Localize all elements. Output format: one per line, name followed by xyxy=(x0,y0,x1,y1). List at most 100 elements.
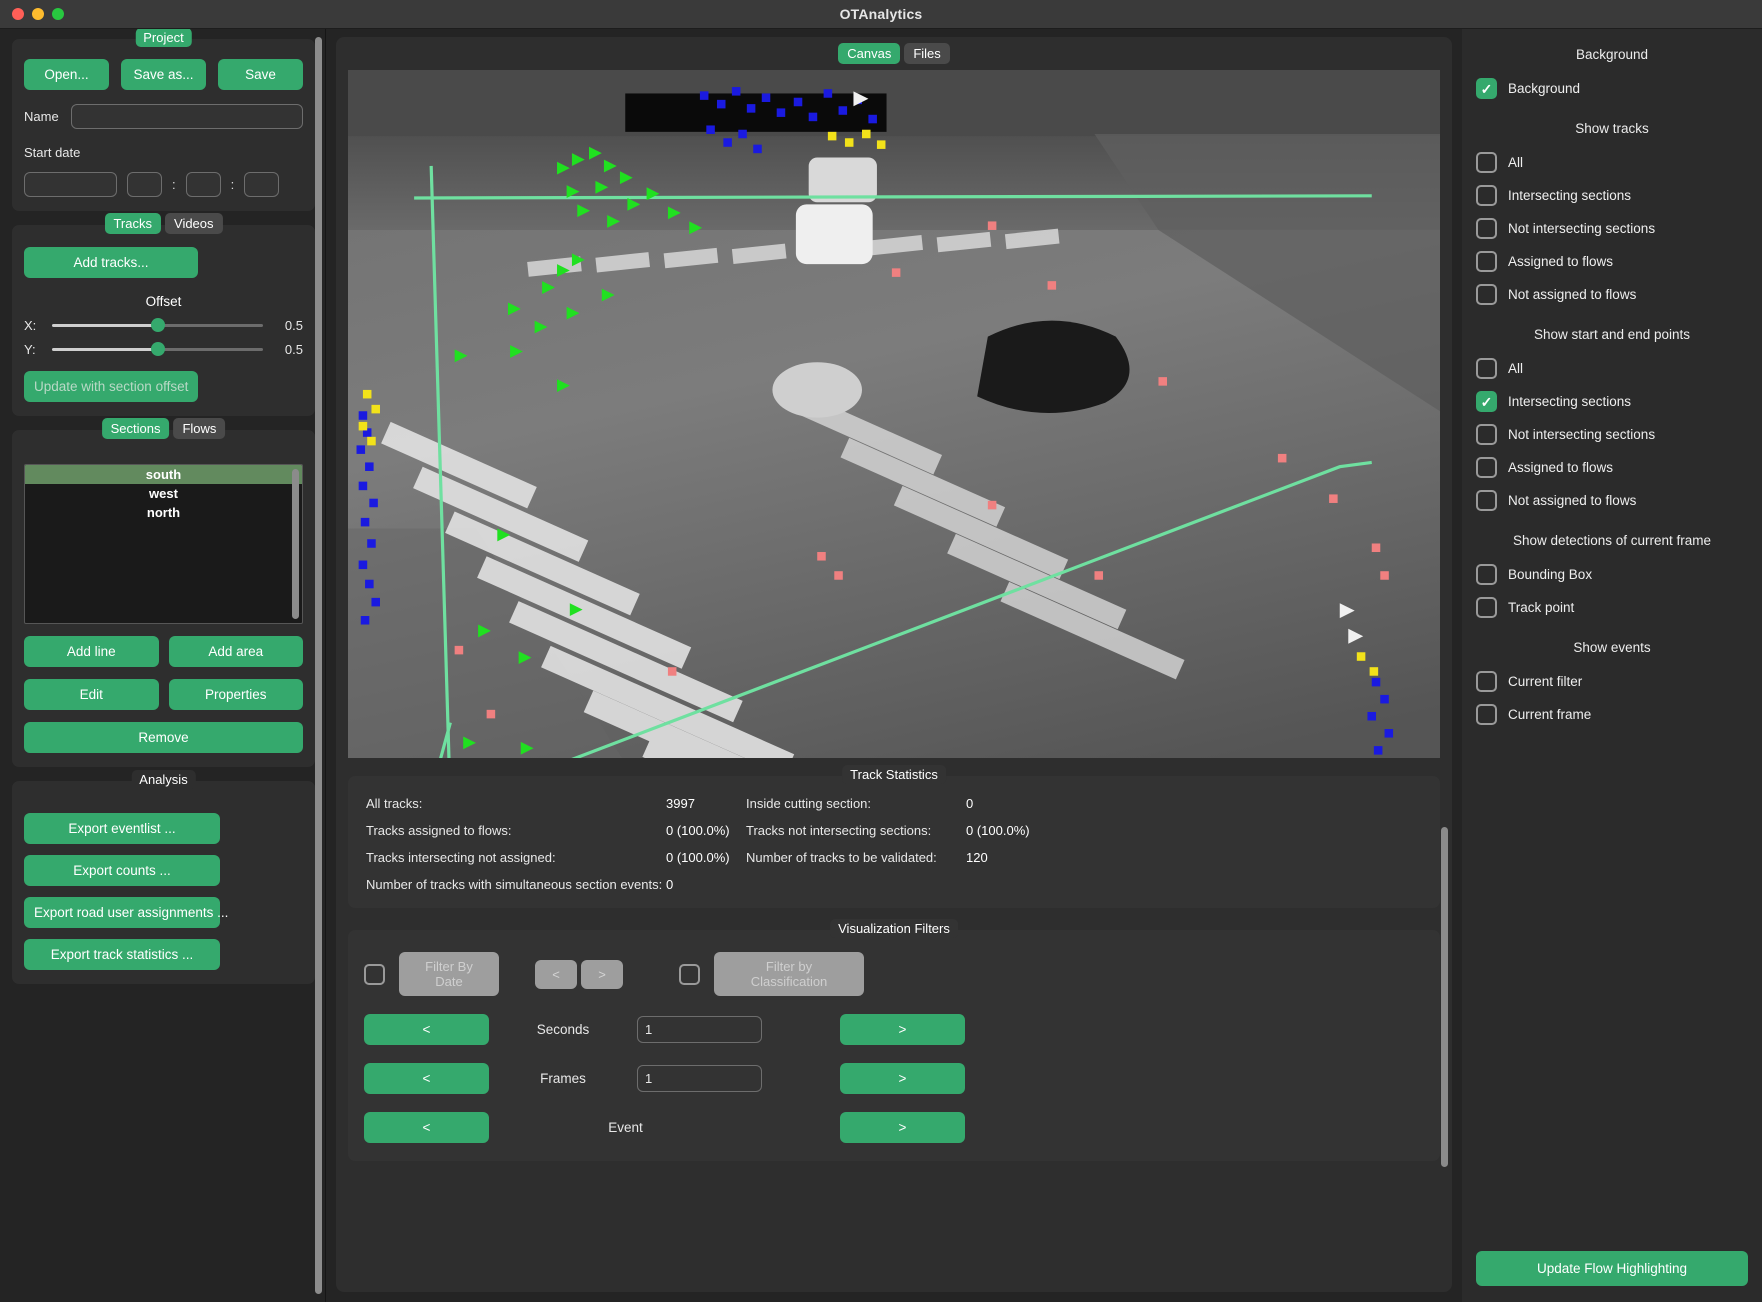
filter-by-date-button[interactable]: Filter By Date xyxy=(399,952,499,996)
checkbox-row-points-intersecting[interactable]: ✓ Intersecting sections xyxy=(1476,391,1748,412)
checkbox-row-points-not-assigned[interactable]: Not assigned to flows xyxy=(1476,490,1748,511)
list-item[interactable]: west xyxy=(25,484,302,503)
slider-track-empty xyxy=(158,348,264,351)
points-not-intersecting-checkbox[interactable] xyxy=(1476,424,1497,445)
time-separator-2: : xyxy=(231,177,235,192)
right-sidebar: Background ✓ Background Show tracks All … xyxy=(1462,29,1762,1302)
tab-files[interactable]: Files xyxy=(904,43,949,64)
list-item[interactable]: south xyxy=(25,465,302,484)
seconds-input[interactable] xyxy=(637,1016,762,1043)
minimize-window-icon[interactable] xyxy=(32,8,44,20)
export-track-statistics-button[interactable]: Export track statistics ... xyxy=(24,939,220,970)
section-properties-button[interactable]: Properties xyxy=(169,679,304,710)
save-project-button[interactable]: Save xyxy=(218,59,303,90)
tab-flows[interactable]: Flows xyxy=(173,418,225,439)
checkbox-row-tracks-assigned[interactable]: Assigned to flows xyxy=(1476,251,1748,272)
remove-section-button[interactable]: Remove xyxy=(24,722,303,753)
slider-handle[interactable] xyxy=(151,318,165,332)
stat-label: Number of tracks to be validated: xyxy=(746,850,966,865)
checkbox-row-tracks-intersecting[interactable]: Intersecting sections xyxy=(1476,185,1748,206)
offset-x-slider[interactable] xyxy=(52,317,263,333)
open-project-button[interactable]: Open... xyxy=(24,59,109,90)
tab-sections[interactable]: Sections xyxy=(102,418,170,439)
export-eventlist-button[interactable]: Export eventlist ... xyxy=(24,813,220,844)
track-point-checkbox[interactable] xyxy=(1476,597,1497,618)
project-name-label: Name xyxy=(24,109,59,124)
add-area-button[interactable]: Add area xyxy=(169,636,304,667)
checkbox-row-points-all[interactable]: All xyxy=(1476,358,1748,379)
tracks-all-checkbox[interactable] xyxy=(1476,152,1497,173)
checkbox-row-track-point[interactable]: Track point xyxy=(1476,597,1748,618)
update-flow-highlighting-button[interactable]: Update Flow Highlighting xyxy=(1476,1251,1748,1286)
export-counts-button[interactable]: Export counts ... xyxy=(24,855,220,886)
check-icon: ✓ xyxy=(1481,395,1493,409)
points-intersecting-checkbox[interactable]: ✓ xyxy=(1476,391,1497,412)
center-panel-scrollbar[interactable] xyxy=(1441,827,1448,1167)
edit-section-button[interactable]: Edit xyxy=(24,679,159,710)
checkbox-row-tracks-all[interactable]: All xyxy=(1476,152,1748,173)
filter-by-classification-button[interactable]: Filter by Classification xyxy=(714,952,864,996)
update-with-section-offset-button[interactable]: Update with section offset xyxy=(24,371,198,402)
seconds-next-button[interactable]: > xyxy=(840,1014,965,1045)
time-separator-1: : xyxy=(172,177,176,192)
start-hour-input[interactable] xyxy=(127,172,162,197)
background-checkbox[interactable]: ✓ xyxy=(1476,78,1497,99)
start-date-input[interactable] xyxy=(24,172,117,197)
tracks-not-assigned-checkbox[interactable] xyxy=(1476,284,1497,305)
tracks-intersecting-checkbox[interactable] xyxy=(1476,185,1497,206)
checkbox-row-bounding-box[interactable]: Bounding Box xyxy=(1476,564,1748,585)
date-prev-button[interactable]: < xyxy=(535,960,577,989)
checkbox-row-tracks-not-assigned[interactable]: Not assigned to flows xyxy=(1476,284,1748,305)
export-road-user-assignments-button[interactable]: Export road user assignments ... xyxy=(24,897,220,928)
maximize-window-icon[interactable] xyxy=(52,8,64,20)
checkbox-row-tracks-not-intersecting[interactable]: Not intersecting sections xyxy=(1476,218,1748,239)
frames-input[interactable] xyxy=(637,1065,762,1092)
track-statistics-grid: All tracks: 3997 Inside cutting section:… xyxy=(366,796,1422,892)
checkbox-row-points-not-intersecting[interactable]: Not intersecting sections xyxy=(1476,424,1748,445)
tracks-not-intersecting-checkbox[interactable] xyxy=(1476,218,1497,239)
start-second-input[interactable] xyxy=(244,172,279,197)
list-item[interactable]: north xyxy=(25,503,302,522)
checkbox-label: All xyxy=(1508,155,1523,170)
checkbox-row-current-frame[interactable]: Current frame xyxy=(1476,704,1748,725)
checkbox-row-current-filter[interactable]: Current filter xyxy=(1476,671,1748,692)
bounding-box-checkbox[interactable] xyxy=(1476,564,1497,585)
offset-y-slider[interactable] xyxy=(52,341,263,357)
event-next-button[interactable]: > xyxy=(840,1112,965,1143)
event-prev-button[interactable]: < xyxy=(364,1112,489,1143)
current-frame-checkbox[interactable] xyxy=(1476,704,1497,725)
project-buttons: Open... Save as... Save xyxy=(24,59,303,90)
project-name-input[interactable] xyxy=(71,104,303,129)
points-not-assigned-checkbox[interactable] xyxy=(1476,490,1497,511)
project-name-row: Name xyxy=(24,104,303,129)
tab-canvas[interactable]: Canvas xyxy=(838,43,900,64)
checkbox-row-points-assigned[interactable]: Assigned to flows xyxy=(1476,457,1748,478)
checkbox-row-background[interactable]: ✓ Background xyxy=(1476,78,1748,99)
save-project-as-button[interactable]: Save as... xyxy=(121,59,206,90)
points-all-checkbox[interactable] xyxy=(1476,358,1497,379)
close-window-icon[interactable] xyxy=(12,8,24,20)
date-next-button[interactable]: > xyxy=(581,960,623,989)
slider-handle[interactable] xyxy=(151,342,165,356)
current-filter-checkbox[interactable] xyxy=(1476,671,1497,692)
stat-value: 0 xyxy=(966,796,1056,811)
sections-list[interactable]: south west north xyxy=(24,464,303,624)
points-assigned-checkbox[interactable] xyxy=(1476,457,1497,478)
seconds-prev-button[interactable]: < xyxy=(364,1014,489,1045)
frames-next-button[interactable]: > xyxy=(840,1063,965,1094)
add-line-button[interactable]: Add line xyxy=(24,636,159,667)
add-tracks-button[interactable]: Add tracks... xyxy=(24,247,198,278)
offset-x-value: 0.5 xyxy=(275,318,303,333)
sections-buttons-row-2: Edit Properties xyxy=(24,679,303,710)
tab-videos[interactable]: Videos xyxy=(165,213,223,234)
left-sidebar-scrollbar[interactable] xyxy=(315,37,322,1294)
sections-list-scrollbar[interactable] xyxy=(292,469,299,619)
filter-by-classification-checkbox[interactable] xyxy=(679,964,700,985)
filter-by-date-checkbox[interactable] xyxy=(364,964,385,985)
window-controls[interactable] xyxy=(0,8,64,20)
video-canvas[interactable] xyxy=(348,70,1440,758)
tab-tracks[interactable]: Tracks xyxy=(104,213,161,234)
start-minute-input[interactable] xyxy=(186,172,221,197)
frames-prev-button[interactable]: < xyxy=(364,1063,489,1094)
tracks-assigned-checkbox[interactable] xyxy=(1476,251,1497,272)
